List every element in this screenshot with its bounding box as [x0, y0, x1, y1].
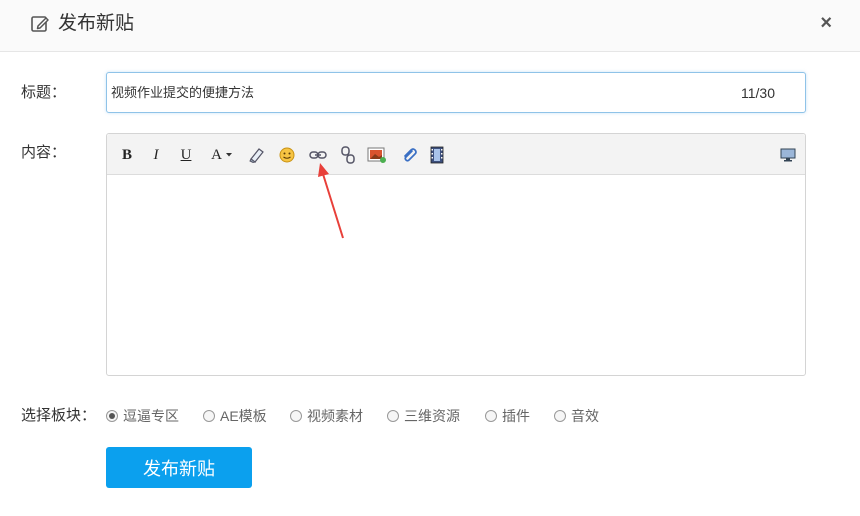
close-button[interactable]: × [820, 11, 832, 35]
radio-unchecked-icon [203, 410, 215, 422]
board-radio-label: 逗逼专区 [123, 408, 179, 424]
dialog-header: 发布新贴 × [0, 0, 860, 52]
edit-icon [31, 16, 49, 32]
image-icon [367, 147, 386, 163]
underline-button[interactable]: U [179, 145, 193, 165]
annotation-arrow-icon [318, 163, 344, 239]
board-radio-label: 三维资源 [404, 408, 460, 424]
font-color-icon: A [211, 146, 222, 163]
radio-unchecked-icon [554, 410, 566, 422]
editor-toolbar: B I U A [107, 134, 805, 175]
fullscreen-icon [780, 148, 796, 162]
board-radio-label: 视频素材 [307, 408, 363, 424]
radio-checked-icon [106, 410, 118, 422]
video-icon [430, 146, 444, 164]
fullscreen-button[interactable] [778, 145, 798, 165]
title-input-value: 视频作业提交的便捷方法 [111, 85, 255, 100]
rich-text-editor: B I U A [106, 133, 806, 376]
eraser-icon [249, 148, 264, 164]
radio-unchecked-icon [485, 410, 497, 422]
editor-content-area[interactable] [107, 175, 805, 375]
radio-unchecked-icon [290, 410, 302, 422]
emoji-button[interactable] [277, 145, 297, 165]
emoji-icon [279, 147, 295, 163]
board-radio-label: 插件 [502, 408, 530, 424]
dialog-title: 发布新贴 [58, 13, 135, 34]
attachment-icon [404, 148, 417, 162]
board-radio-1[interactable]: AE模板 [203, 406, 267, 426]
board-radio-label: 音效 [571, 408, 599, 424]
board-radio-5[interactable]: 音效 [554, 406, 599, 426]
board-label: 选择板块： [21, 407, 97, 424]
content-label: 内容： [21, 144, 67, 161]
bold-button[interactable]: B [120, 145, 134, 165]
board-radio-2[interactable]: 视频素材 [290, 406, 363, 426]
board-radio-0[interactable]: 逗逼专区 [106, 406, 179, 426]
board-radio-label: AE模板 [220, 408, 267, 424]
italic-button[interactable]: I [150, 145, 162, 165]
video-button[interactable] [427, 145, 447, 165]
title-input[interactable]: 视频作业提交的便捷方法 11/30 [106, 72, 806, 113]
image-button[interactable] [366, 145, 388, 165]
board-radio-4[interactable]: 插件 [485, 406, 530, 426]
caret-down-icon [225, 153, 232, 157]
title-char-count: 11/30 [741, 85, 775, 101]
font-color-button[interactable]: A [208, 145, 236, 165]
submit-button[interactable]: 发布新贴 [106, 447, 252, 488]
eraser-button[interactable] [247, 145, 267, 165]
board-radio-3[interactable]: 三维资源 [387, 406, 460, 426]
attachment-button[interactable] [399, 145, 419, 165]
radio-unchecked-icon [387, 410, 399, 422]
title-label: 标题： [21, 84, 67, 101]
